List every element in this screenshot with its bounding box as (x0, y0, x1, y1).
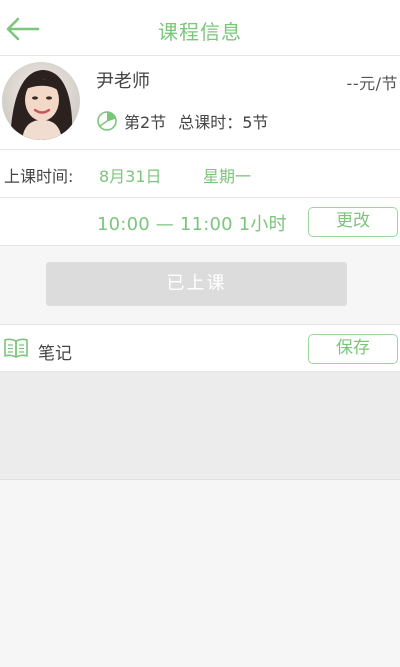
notes-label: 笔记 (38, 344, 72, 364)
teacher-name: 尹老师 (96, 71, 150, 92)
page-title: 课程信息 (158, 20, 242, 44)
top-bar: 课程信息 (0, 0, 400, 56)
notes-header-row: 笔记 保存 (0, 324, 400, 372)
schedule-time-range: 10:00 — 11:00 1小时 (97, 214, 287, 235)
notebook-icon (4, 338, 28, 358)
total-lessons-label: 总课时： (178, 113, 243, 132)
schedule-label: 上课时间: (4, 167, 74, 186)
schedule-weekday: 星期一 (203, 167, 252, 186)
attended-status-button[interactable]: 已上课 (46, 262, 347, 306)
lesson-progress: 第2节 总课时： 5节 (96, 109, 268, 133)
teacher-info-row: 尹老师 --元/节 第2节 总课时： 5节 (0, 56, 400, 150)
schedule-time-row: 10:00 — 11:00 1小时 更改 (0, 198, 400, 246)
save-notes-button[interactable]: 保存 (308, 334, 398, 364)
schedule-date: 8月31日 (99, 167, 162, 186)
schedule-date-row: 上课时间: 8月31日 星期一 (0, 150, 400, 198)
pie-chart-icon (97, 111, 117, 131)
teacher-avatar[interactable] (2, 62, 80, 140)
lesson-price: --元/节 (346, 74, 398, 93)
total-lessons-value: 5节 (242, 113, 269, 132)
notes-textarea[interactable] (0, 372, 400, 480)
lesson-number: 第2节 (124, 113, 167, 132)
change-time-button[interactable]: 更改 (308, 207, 398, 237)
